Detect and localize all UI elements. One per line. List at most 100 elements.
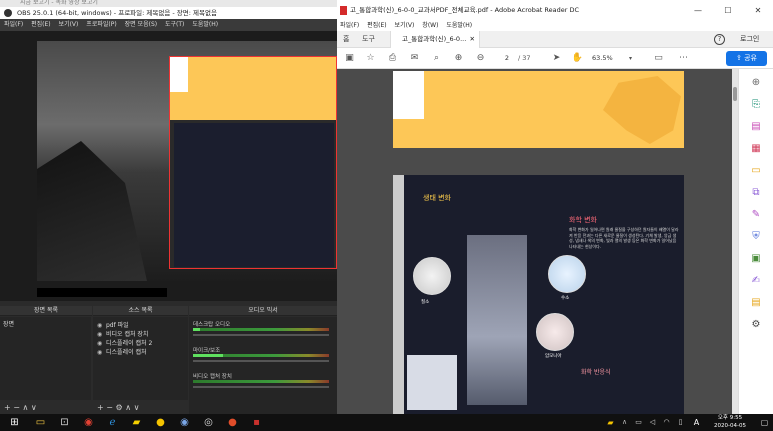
select-cursor-icon[interactable]: ➤	[550, 52, 563, 65]
login-link[interactable]: 로그인	[740, 31, 759, 48]
fill-sign-icon[interactable]: ✎	[750, 209, 762, 221]
obs-menu-file[interactable]: 파일(F)	[4, 21, 23, 28]
more-tools-icon[interactable]: ⚙	[750, 319, 762, 331]
create-pdf-icon[interactable]: ▤	[750, 121, 762, 133]
kakao-icon[interactable]: ●	[154, 416, 167, 429]
save-icon[interactable]: ▣	[343, 52, 356, 65]
tray-wifi-icon[interactable]: ◠	[660, 416, 673, 429]
pdf-label-ammonia: 암모니아	[545, 354, 562, 359]
help-icon[interactable]: ?	[714, 34, 725, 45]
tab-tools[interactable]: 도구	[362, 31, 375, 48]
chrome-icon[interactable]: ◉	[82, 416, 95, 429]
eye-icon[interactable]: ◉	[97, 340, 104, 347]
tab-home[interactable]: 홈	[343, 31, 349, 48]
obs-preview-canvas[interactable]	[0, 31, 337, 301]
page-number-input[interactable]: 2	[497, 53, 517, 64]
combine-files-icon[interactable]: ⧉	[750, 187, 762, 199]
tray-network-icon[interactable]: ▭	[632, 416, 645, 429]
store-icon[interactable]: ⊡	[58, 416, 71, 429]
sign-icon[interactable]: ✍	[750, 275, 762, 287]
acrobat-taskbar-icon[interactable]: ▪	[250, 416, 263, 429]
comment-tool-icon[interactable]: ▭	[750, 165, 762, 177]
close-button[interactable]: ✕	[743, 0, 773, 21]
app-icon[interactable]: ●	[226, 416, 239, 429]
menu-window[interactable]: 창(W)	[422, 22, 438, 29]
zoom-out-search-icon[interactable]: ⌕	[430, 52, 443, 65]
obs-menu-profile[interactable]: 프로파일(P)	[86, 21, 116, 28]
print-icon[interactable]: ⎙	[386, 52, 399, 65]
eye-icon[interactable]: ◉	[97, 331, 104, 338]
volume-slider[interactable]	[193, 360, 329, 362]
tray-kakao-icon[interactable]: ▰	[604, 416, 617, 429]
lab-apparatus-image	[467, 235, 527, 405]
send-for-review-icon[interactable]: ▤	[750, 297, 762, 309]
obs-menu-scene-collection[interactable]: 장면 모음(S)	[125, 21, 157, 28]
menu-view[interactable]: 보기(V)	[395, 22, 415, 29]
windows-taskbar: ⊞ ▭ ⊡ ◉ ℯ ▰ ● ◉ ◎ ● ▪ ▰ ∧ ▭ ◁ ◠ ▯ A 오후 9…	[0, 414, 773, 431]
menu-edit[interactable]: 편집(E)	[367, 22, 387, 29]
previous-page-icon[interactable]: ⊕	[452, 52, 465, 65]
share-button[interactable]: ⇪ 공유	[726, 51, 767, 66]
menu-file[interactable]: 파일(F)	[340, 22, 359, 29]
protect-icon[interactable]: ⛨	[750, 231, 762, 243]
eye-icon[interactable]: ◉	[97, 322, 104, 329]
source-item[interactable]: ◉ 디스플레이 캡처	[97, 347, 147, 356]
obs-menu-view[interactable]: 보기(V)	[59, 21, 79, 28]
obs-menu-tools[interactable]: 도구(T)	[165, 21, 184, 28]
minimize-button[interactable]: —	[683, 0, 713, 21]
scenes-list: 장면	[0, 317, 91, 400]
tray-battery-icon[interactable]: ▯	[674, 416, 687, 429]
menu-help[interactable]: 도움말(H)	[446, 22, 472, 29]
obs-window: 지금 보고기 - 녹화 영상 보고기 OBS 25.0.1 (64-bit, w…	[0, 0, 337, 414]
source-item[interactable]: ◉ 비디오 캡처 장치	[97, 329, 148, 338]
edge-icon[interactable]: ℯ	[106, 416, 119, 429]
obs-menu-help[interactable]: 도움말(H)	[192, 21, 218, 28]
scene-item[interactable]: 장면	[3, 319, 14, 328]
pdf-sub-heading: 화학 반응식	[581, 369, 611, 376]
eye-icon[interactable]: ◉	[97, 349, 104, 356]
source-item[interactable]: ◉ 디스플레이 캡처 2	[97, 338, 152, 347]
document-view[interactable]: 생태 변화 화학 변화 화학 변화가 일어나면 원래 물질을 구성하던 원자들이…	[337, 69, 732, 414]
maximize-button[interactable]: ☐	[713, 0, 743, 21]
ime-indicator[interactable]: A	[690, 416, 703, 429]
pdf-icon	[340, 6, 347, 15]
chrome-2-icon[interactable]: ◉	[178, 416, 191, 429]
next-page-icon[interactable]: ⊖	[474, 52, 487, 65]
obs-title-text: OBS 25.0.1 (64-bit, windows) - 프로파일: 제목없…	[17, 9, 217, 17]
scenes-controls[interactable]: + − ∧ ∨	[0, 402, 91, 414]
power-supply-image	[407, 355, 457, 410]
pdf-page-1-white-block	[393, 71, 424, 119]
more-options-icon[interactable]: ⋯	[677, 52, 690, 65]
start-icon[interactable]: ⊞	[8, 416, 21, 429]
tray-volume-icon[interactable]: ◁	[646, 416, 659, 429]
obs-menu-edit[interactable]: 편집(E)	[31, 21, 51, 28]
sources-controls[interactable]: + − ⚙ ∧ ∨	[93, 402, 188, 414]
zoom-level[interactable]: 63.5%	[592, 53, 628, 64]
source-item[interactable]: ◉ pdf 파일	[97, 320, 129, 329]
scrollbar-thumb[interactable]	[733, 87, 737, 101]
obs-taskbar-icon[interactable]: ◎	[202, 416, 215, 429]
notification-icon[interactable]: ▢	[758, 416, 771, 429]
volume-meter	[193, 328, 329, 331]
email-icon[interactable]: ✉	[408, 52, 421, 65]
comment-icon[interactable]: ▭	[652, 52, 665, 65]
hand-tool-icon[interactable]: ✋	[571, 52, 584, 65]
clock-time: 오후 9:55	[717, 415, 743, 421]
file-explorer-icon[interactable]: ▭	[34, 416, 47, 429]
volume-slider[interactable]	[193, 334, 329, 336]
kakaotalk-icon[interactable]: ▰	[130, 416, 143, 429]
compress-icon[interactable]: ▣	[750, 253, 762, 265]
close-tab-icon[interactable]: ✕	[470, 31, 475, 48]
acrobat-tab-bar: 홈 도구 고_통합과학(신)_6-0... ✕ ? 로그인	[337, 31, 773, 48]
zoom-dropdown-icon[interactable]: ▾	[626, 52, 635, 65]
tab-document[interactable]: 고_통합과학(신)_6-0... ✕	[390, 31, 480, 48]
volume-slider[interactable]	[193, 386, 329, 388]
bookmark-star-icon[interactable]: ☆	[364, 52, 377, 65]
selected-pdf-source[interactable]	[169, 56, 337, 269]
tray-chevron-icon[interactable]: ∧	[618, 416, 631, 429]
export-pdf-icon[interactable]: ⎘	[750, 99, 762, 111]
system-clock[interactable]: 오후 9:55 2020-04-05	[705, 414, 755, 431]
zoom-in-icon[interactable]: ⊕	[750, 77, 762, 89]
edit-pdf-icon[interactable]: ▦	[750, 143, 762, 155]
mixer-channel-label: 데스크탑 오디오	[193, 322, 231, 328]
